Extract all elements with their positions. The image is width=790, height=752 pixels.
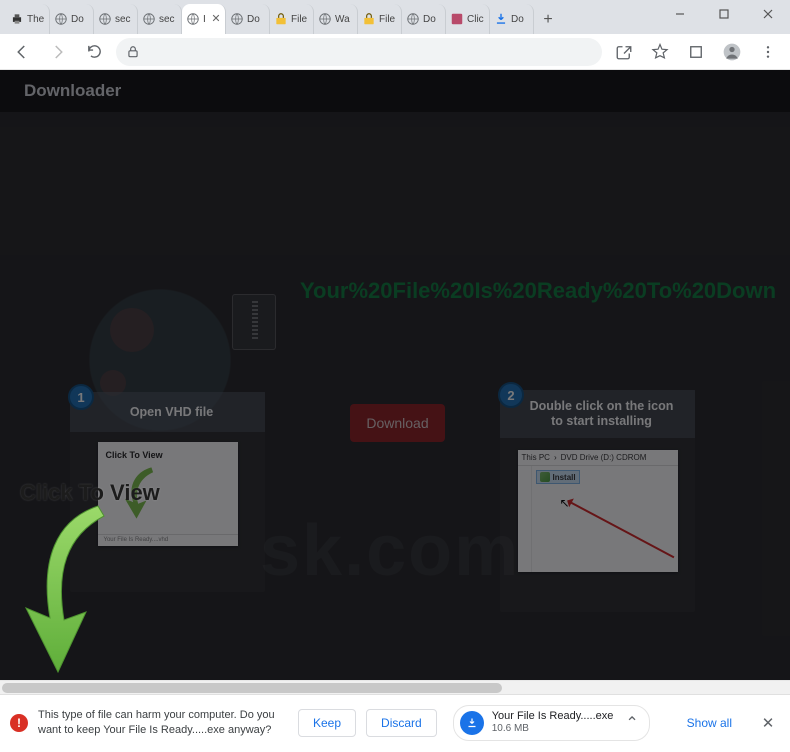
explorer-breadcrumb: This PC › DVD Drive (D:) CDROM (518, 450, 678, 466)
keep-button[interactable]: Keep (298, 709, 356, 737)
browser-tab[interactable]: Do (50, 4, 94, 34)
browser-tab[interactable]: sec (94, 4, 138, 34)
watermark-text: sk.com (260, 510, 520, 592)
close-downloads-bar[interactable]: ✕ (756, 714, 780, 732)
tab-favicon-icon (10, 12, 24, 26)
tab-favicon-icon (362, 12, 376, 26)
share-icon[interactable] (610, 38, 638, 66)
chevron-right-icon: › (554, 453, 557, 462)
tab-title: Do (423, 14, 441, 25)
tab-title: Do (247, 14, 265, 25)
window-controls (658, 0, 790, 28)
tab-favicon-icon (494, 12, 508, 26)
tab-title: I (203, 14, 208, 25)
tab-favicon-icon (54, 12, 68, 26)
horizontal-scrollbar[interactable] (0, 680, 790, 694)
download-item[interactable]: Your File Is Ready.....exe 10.6 MB ⌃ (453, 705, 650, 741)
new-tab-button[interactable]: + (534, 6, 562, 34)
tab-favicon-icon (274, 12, 288, 26)
tab-favicon-icon (230, 12, 244, 26)
extensions-icon[interactable] (682, 38, 710, 66)
download-filename: Your File Is Ready.....exe (492, 710, 614, 723)
step-1-thumb-label: Click To View (106, 450, 230, 460)
window-close[interactable] (746, 0, 790, 28)
step-1-title: Open VHD file (70, 392, 265, 432)
explorer-sidebar (518, 466, 532, 572)
profile-icon[interactable] (718, 38, 746, 66)
lock-icon (126, 45, 140, 59)
browser-toolbar (0, 34, 790, 70)
browser-tab[interactable]: File (358, 4, 402, 34)
step-2-card: 2 Double click on the icon to start inst… (500, 390, 695, 612)
reload-button[interactable] (80, 38, 108, 66)
step-2-badge: 2 (498, 382, 524, 408)
tab-title: sec (159, 14, 177, 25)
back-button[interactable] (8, 38, 36, 66)
page-header: Downloader (0, 70, 790, 112)
install-label: Install (553, 473, 576, 482)
browser-tab[interactable]: sec (138, 4, 182, 34)
show-all-button[interactable]: Show all (673, 709, 746, 737)
browser-tab[interactable]: Do (226, 4, 270, 34)
url-input[interactable] (148, 44, 592, 59)
tab-favicon-icon (318, 12, 332, 26)
tab-title: Clic (467, 14, 485, 25)
download-size: 10.6 MB (492, 723, 614, 735)
download-button[interactable]: Download (350, 404, 445, 442)
tab-title: Wa (335, 14, 353, 25)
address-bar[interactable] (116, 38, 602, 66)
page-viewport: Downloader sk.com Your%20File%20Is%20Rea… (0, 70, 790, 680)
warning-icon: ! (10, 714, 28, 732)
discard-button[interactable]: Discard (366, 709, 437, 737)
window-maximize[interactable] (702, 0, 746, 28)
page-content: Downloader sk.com Your%20File%20Is%20Rea… (0, 70, 790, 680)
bookmark-icon[interactable] (646, 38, 674, 66)
installer-icon (540, 472, 550, 482)
tab-favicon-icon (450, 12, 464, 26)
tab-favicon-icon (142, 12, 156, 26)
menu-icon[interactable] (754, 38, 782, 66)
download-warning-text: This type of file can harm your computer… (38, 708, 288, 738)
tab-close-icon[interactable]: ✕ (211, 14, 221, 24)
browser-tab[interactable]: The (6, 4, 50, 34)
browser-tab[interactable]: Clic (446, 4, 490, 34)
zip-file-icon (232, 294, 276, 350)
browser-tab[interactable]: I✕ (182, 4, 226, 34)
download-file-icon (460, 711, 484, 735)
step-2-title: Double click on the icon to start instal… (500, 390, 695, 438)
window-minimize[interactable] (658, 0, 702, 28)
scrollbar-thumb[interactable] (2, 683, 502, 693)
step-1-badge: 1 (68, 384, 94, 410)
tab-favicon-icon (406, 12, 420, 26)
tab-title: File (379, 14, 397, 25)
browser-tab[interactable]: Do (490, 4, 534, 34)
tab-title: sec (115, 14, 133, 25)
red-arrow-icon (567, 500, 674, 558)
chevron-up-icon[interactable]: ⌃ (625, 713, 638, 733)
breadcrumb-drive: DVD Drive (D:) CDROM (561, 453, 647, 462)
forward-button[interactable] (44, 38, 72, 66)
green-arrow-large-icon (20, 500, 110, 675)
explorer-main: Install ↖ (532, 466, 678, 572)
tab-title: The (27, 14, 45, 25)
downloads-bar: ! This type of file can harm your comput… (0, 694, 790, 750)
tab-title: Do (511, 14, 529, 25)
browser-tab[interactable]: Do (402, 4, 446, 34)
page-title: Downloader (24, 81, 121, 101)
tab-title: File (291, 14, 309, 25)
browser-tab[interactable]: File (270, 4, 314, 34)
step-1-thumb-footer: Your File Is Ready....vhd (98, 534, 238, 546)
ready-heading: Your%20File%20Is%20Ready%20To%20Down (300, 278, 776, 304)
breadcrumb-root: This PC (522, 453, 550, 462)
install-item: Install (536, 470, 580, 484)
tab-strip: The Do sec sec I✕ Do File Wa File Do Clic Do (0, 0, 534, 34)
browser-tab[interactable]: Wa (314, 4, 358, 34)
window-titlebar: The Do sec sec I✕ Do File Wa File Do Clic Do + (0, 0, 790, 34)
tab-title: Do (71, 14, 89, 25)
step-2-thumbnail: This PC › DVD Drive (D:) CDROM Install ↖ (518, 450, 678, 572)
tab-favicon-icon (186, 12, 200, 26)
tab-favicon-icon (98, 12, 112, 26)
